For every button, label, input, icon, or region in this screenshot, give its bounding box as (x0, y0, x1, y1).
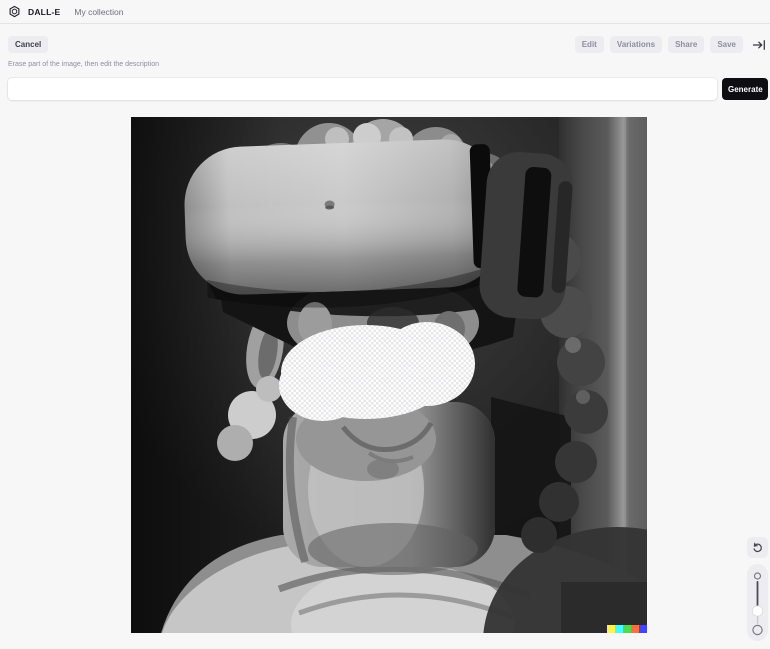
share-button[interactable]: Share (668, 36, 704, 53)
cancel-button[interactable]: Cancel (8, 36, 48, 53)
edit-button[interactable]: Edit (575, 36, 604, 53)
watermark-square (631, 625, 639, 633)
image-canvas[interactable] (131, 117, 647, 633)
watermark-square (607, 625, 615, 633)
undo-button[interactable] (747, 537, 768, 558)
variations-button[interactable]: Variations (610, 36, 662, 53)
save-button[interactable]: Save (710, 36, 743, 53)
brush-min-icon (755, 573, 761, 579)
slider-track[interactable] (757, 581, 759, 607)
generate-button[interactable]: Generate (722, 78, 768, 100)
edited-image (131, 117, 647, 633)
top-bar: DALL-E My collection (0, 0, 770, 24)
vr-headset (183, 137, 507, 312)
helper-text: Erase part of the image, then edit the d… (8, 61, 159, 68)
watermark-square (615, 625, 623, 633)
slider-thumb[interactable] (752, 606, 762, 616)
openai-logo-icon[interactable] (8, 5, 21, 18)
slider-track-lower[interactable] (757, 616, 758, 624)
nav-my-collection[interactable]: My collection (74, 7, 123, 17)
brush-max-icon (753, 625, 762, 634)
prompt-input[interactable]: An antique bust of a Greek philosopher w… (8, 78, 717, 100)
headset-strap (477, 150, 574, 322)
brand-title: DALL-E (28, 7, 60, 17)
watermark-square (623, 625, 631, 633)
watermark-square (639, 625, 647, 633)
brush-size-slider[interactable] (747, 564, 768, 641)
dalle-editor-app: DALL-E My collection Cancel Edit Variati… (0, 0, 770, 649)
undo-icon (752, 542, 763, 553)
dalle-watermark (607, 625, 647, 633)
collapse-panel-arrow-icon[interactable] (752, 39, 766, 51)
action-buttons: Edit Variations Share Save (575, 36, 743, 53)
